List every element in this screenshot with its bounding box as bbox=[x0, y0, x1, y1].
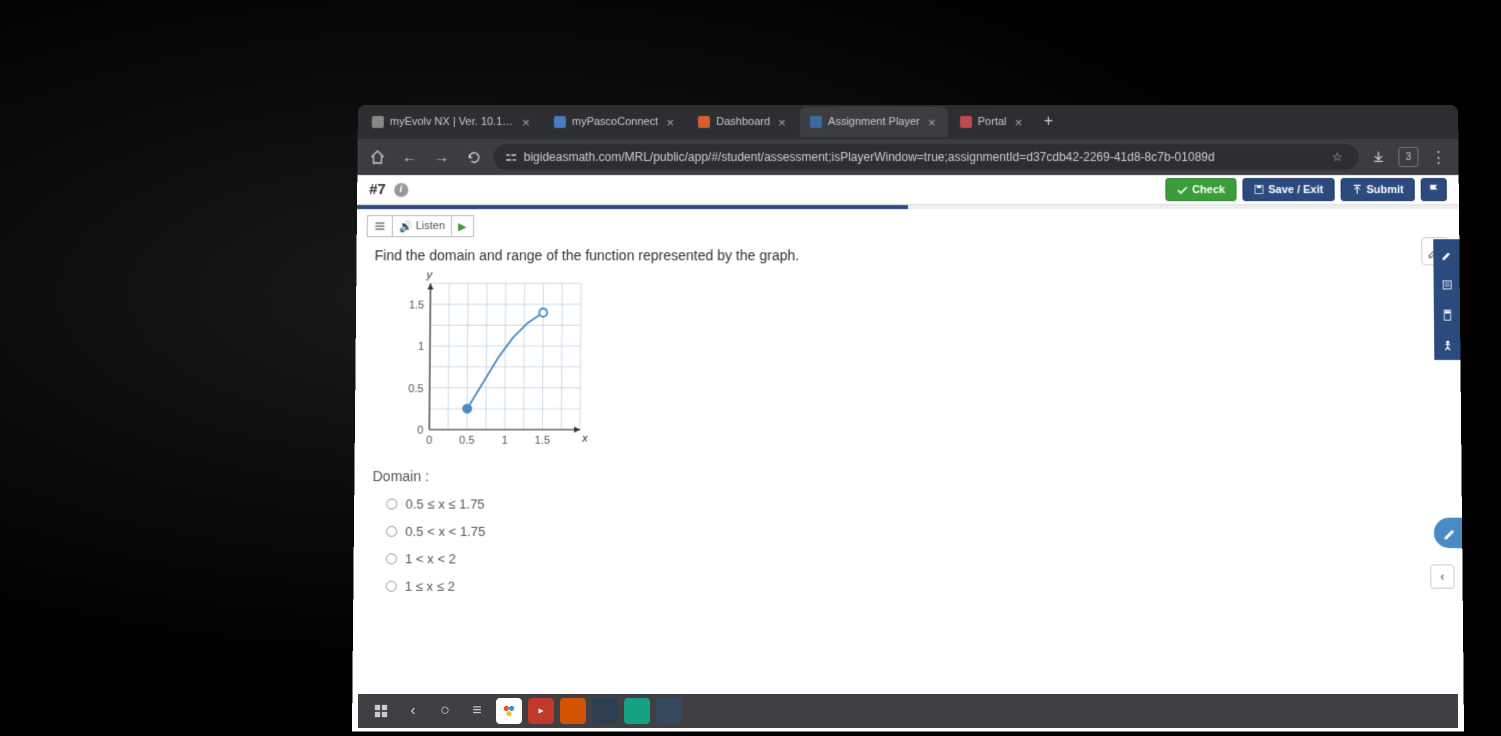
favicon-icon bbox=[960, 116, 972, 128]
calculator-icon[interactable] bbox=[1434, 300, 1460, 330]
option-text: 1 ≤ x ≤ 2 bbox=[405, 579, 455, 594]
favicon-icon bbox=[810, 116, 822, 128]
listen-menu-icon[interactable] bbox=[368, 216, 393, 236]
collapse-button[interactable]: ‹ bbox=[1430, 564, 1454, 588]
option-text: 1 < x < 2 bbox=[405, 551, 456, 566]
taskbar-app3-icon[interactable] bbox=[560, 698, 586, 724]
listen-button[interactable]: 🔊 Listen bbox=[393, 216, 452, 236]
flag-button[interactable] bbox=[1421, 178, 1447, 201]
check-button[interactable]: Check bbox=[1165, 178, 1236, 201]
taskbar: ‹ ○ ≡ bbox=[358, 694, 1458, 728]
menu-icon[interactable]: ⋮ bbox=[1426, 145, 1450, 169]
close-icon[interactable]: × bbox=[1013, 116, 1025, 128]
option-4[interactable]: 1 ≤ x ≤ 2 bbox=[386, 579, 1445, 594]
save-exit-button[interactable]: Save / Exit bbox=[1242, 178, 1334, 201]
url-bar[interactable]: bigideasmath.com/MRL/public/app/#/studen… bbox=[494, 144, 1359, 170]
domain-label: Domain : bbox=[372, 468, 1443, 484]
option-3[interactable]: 1 < x < 2 bbox=[386, 551, 1444, 566]
taskbar-app1-icon[interactable] bbox=[496, 698, 522, 724]
question-text: Find the domain and range of the functio… bbox=[375, 247, 1442, 263]
question-body: Find the domain and range of the functio… bbox=[352, 243, 1464, 731]
close-icon[interactable]: × bbox=[776, 116, 788, 128]
accessibility-icon[interactable] bbox=[1434, 330, 1460, 360]
assessment-header: #7 i Check Save / Exit Submit bbox=[357, 175, 1459, 205]
taskbar-menu-icon[interactable]: ≡ bbox=[464, 698, 490, 724]
tab-title: myEvolv NX | Ver. 10.1.0575. bbox=[390, 116, 514, 128]
svg-text:0: 0 bbox=[417, 425, 423, 437]
tab-myevolv[interactable]: myEvolv NX | Ver. 10.1.0575. × bbox=[362, 107, 542, 137]
question-number-text: #7 bbox=[369, 181, 386, 198]
radio-icon bbox=[386, 553, 397, 564]
forward-button[interactable]: → bbox=[429, 145, 453, 169]
close-icon[interactable]: × bbox=[664, 116, 676, 128]
listen-toolbar: 🔊 Listen ▶ bbox=[367, 215, 1449, 237]
progress-bar bbox=[357, 205, 1459, 209]
play-button[interactable]: ▶ bbox=[452, 216, 473, 236]
reload-button[interactable] bbox=[462, 145, 486, 169]
svg-text:1: 1 bbox=[502, 435, 508, 447]
tab-mypasco[interactable]: myPascoConnect × bbox=[544, 107, 686, 137]
extensions-icon[interactable]: 3 bbox=[1398, 147, 1418, 167]
tab-assignment-player[interactable]: Assignment Player × bbox=[800, 107, 948, 137]
svg-text:0: 0 bbox=[426, 435, 432, 447]
favicon-icon bbox=[698, 116, 710, 128]
function-graph: 00.511.500.511.5 y x bbox=[399, 273, 591, 449]
start-icon[interactable] bbox=[368, 698, 394, 724]
taskbar-app6-icon[interactable] bbox=[656, 698, 682, 724]
back-button[interactable]: ← bbox=[397, 145, 421, 169]
taskbar-app5-icon[interactable] bbox=[624, 698, 650, 724]
listen-label: Listen bbox=[416, 220, 446, 232]
close-icon[interactable]: × bbox=[520, 116, 532, 128]
radio-icon bbox=[386, 581, 397, 592]
svg-text:1: 1 bbox=[418, 341, 424, 353]
tab-dashboard[interactable]: Dashboard × bbox=[688, 107, 798, 137]
x-axis-label: x bbox=[582, 433, 588, 445]
tab-title: Portal bbox=[978, 116, 1007, 128]
taskbar-app4-icon[interactable] bbox=[592, 698, 618, 724]
home-button[interactable] bbox=[365, 145, 389, 169]
url-text: bigideasmath.com/MRL/public/app/#/studen… bbox=[524, 150, 1321, 164]
tab-title: myPascoConnect bbox=[572, 116, 658, 128]
close-icon[interactable]: × bbox=[926, 116, 938, 128]
radio-icon bbox=[386, 498, 397, 509]
option-text: 0.5 ≤ x ≤ 1.75 bbox=[405, 496, 484, 511]
check-label: Check bbox=[1192, 184, 1225, 196]
play-icon: ▶ bbox=[458, 220, 467, 233]
highlighter-icon[interactable] bbox=[1433, 239, 1459, 269]
save-exit-label: Save / Exit bbox=[1268, 184, 1323, 196]
pencil-tool[interactable] bbox=[1434, 518, 1464, 548]
taskbar-circle-icon[interactable]: ○ bbox=[432, 698, 458, 724]
star-icon[interactable]: ☆ bbox=[1326, 146, 1348, 168]
taskbar-app2-icon[interactable] bbox=[528, 698, 554, 724]
taskbar-back-icon[interactable]: ‹ bbox=[400, 698, 426, 724]
submit-button[interactable]: Submit bbox=[1340, 178, 1415, 201]
option-2[interactable]: 0.5 < x < 1.75 bbox=[386, 524, 1444, 539]
radio-icon bbox=[386, 526, 397, 537]
question-number: #7 i bbox=[369, 181, 408, 198]
svg-text:1.5: 1.5 bbox=[535, 435, 550, 447]
option-text: 0.5 < x < 1.75 bbox=[405, 524, 485, 539]
new-tab-button[interactable]: + bbox=[1037, 113, 1061, 131]
tab-bar: myEvolv NX | Ver. 10.1.0575. × myPascoCo… bbox=[358, 105, 1459, 139]
tab-portal[interactable]: Portal × bbox=[950, 107, 1035, 137]
y-axis-label: y bbox=[427, 269, 433, 281]
tab-title: Dashboard bbox=[716, 116, 770, 128]
download-icon[interactable] bbox=[1366, 145, 1390, 169]
favicon-icon bbox=[372, 116, 384, 128]
submit-label: Submit bbox=[1366, 184, 1403, 196]
site-settings-icon[interactable] bbox=[504, 150, 518, 164]
side-toolbar bbox=[1433, 239, 1460, 360]
svg-text:0.5: 0.5 bbox=[459, 435, 474, 447]
speaker-icon: 🔊 bbox=[399, 220, 413, 233]
info-icon[interactable]: i bbox=[394, 183, 408, 197]
option-1[interactable]: 0.5 ≤ x ≤ 1.75 bbox=[386, 496, 1443, 511]
favicon-icon bbox=[554, 116, 566, 128]
svg-text:1.5: 1.5 bbox=[409, 299, 424, 311]
tab-title: Assignment Player bbox=[828, 116, 920, 128]
nav-bar: ← → bigideasmath.com/MRL/public/app/#/st… bbox=[357, 139, 1458, 175]
note-icon[interactable] bbox=[1434, 269, 1460, 299]
page-content: #7 i Check Save / Exit Submit bbox=[352, 175, 1464, 731]
svg-text:0.5: 0.5 bbox=[408, 383, 423, 395]
browser-window: myEvolv NX | Ver. 10.1.0575. × myPascoCo… bbox=[352, 105, 1464, 731]
